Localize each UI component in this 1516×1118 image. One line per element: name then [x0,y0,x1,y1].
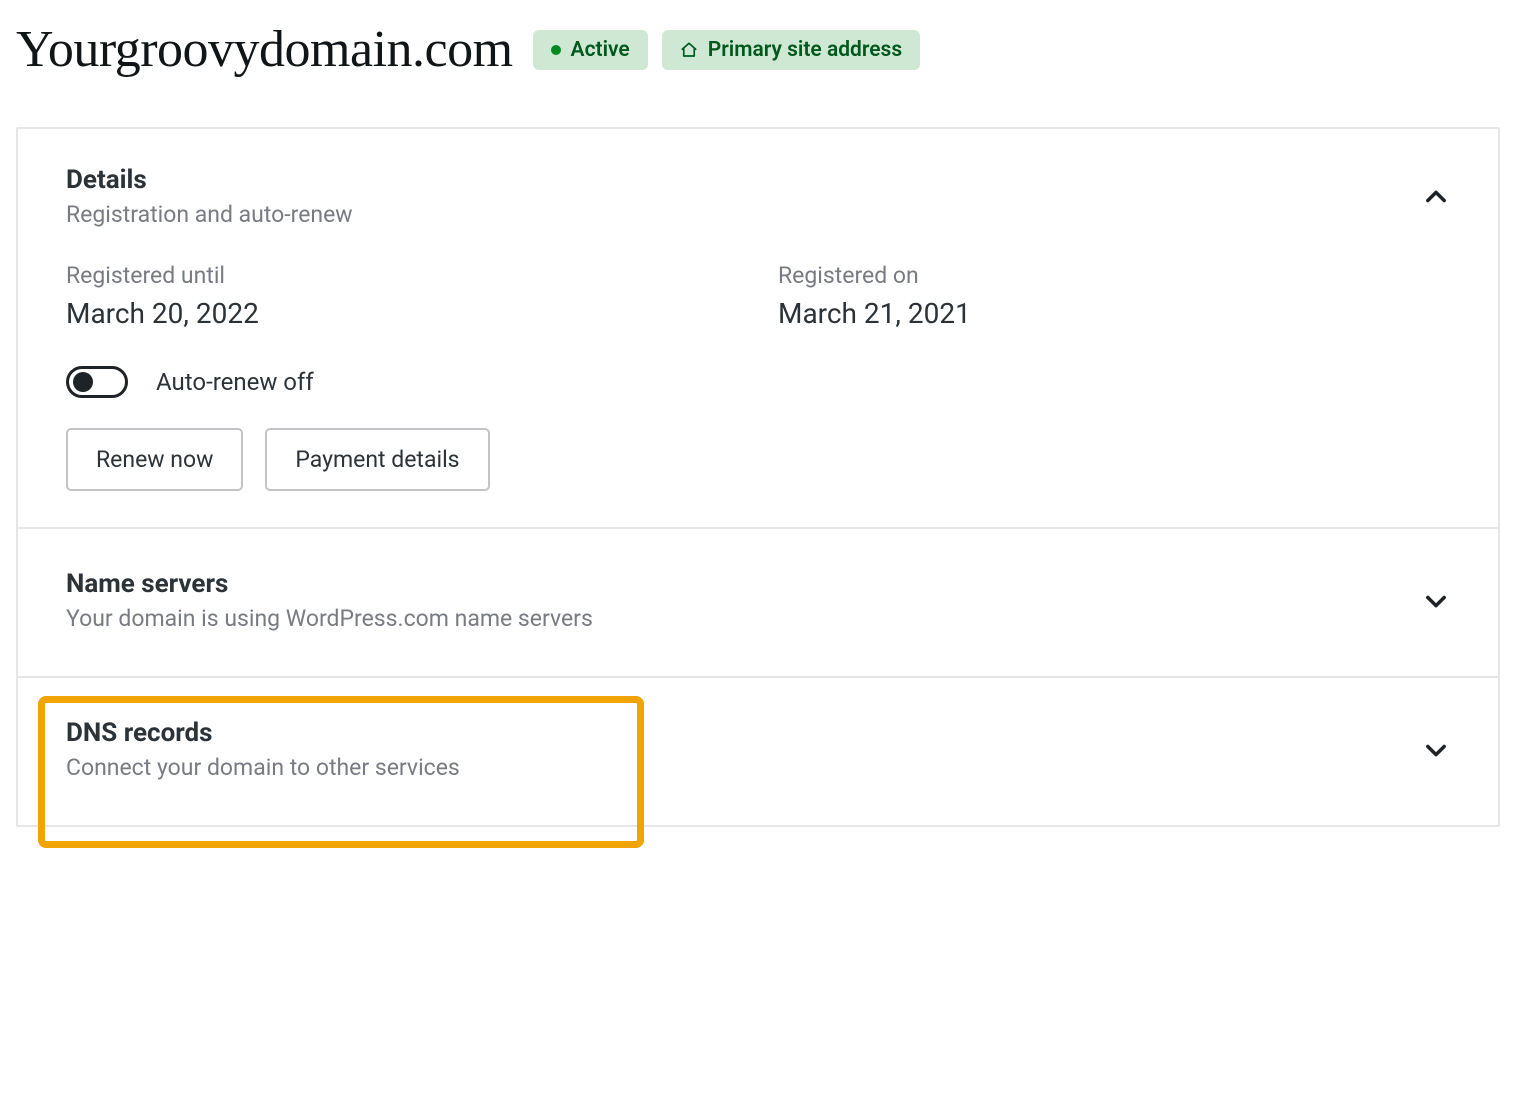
details-subtitle: Registration and auto-renew [66,201,353,228]
active-badge: Active [533,30,648,70]
chevron-up-icon [1422,183,1450,211]
dns-records-subtitle: Connect your domain to other services [66,754,460,781]
chevron-down-icon [1422,736,1450,764]
dns-records-title: DNS records [66,718,460,748]
details-header[interactable]: Details Registration and auto-renew [66,165,1450,228]
status-dot-icon [551,45,561,55]
registered-until-label: Registered until [66,262,738,289]
details-header-text: Details Registration and auto-renew [66,165,353,228]
chevron-down-icon [1422,587,1450,615]
primary-address-badge: Primary site address [662,30,920,70]
payment-details-button[interactable]: Payment details [265,428,489,491]
name-servers-header-text: Name servers Your domain is using WordPr… [66,569,593,632]
dns-records-section: DNS records Connect your domain to other… [18,678,1498,825]
dns-records-header-text: DNS records Connect your domain to other… [66,718,460,781]
name-servers-title: Name servers [66,569,593,599]
registered-until-value: March 20, 2022 [66,297,738,330]
details-section: Details Registration and auto-renew Regi… [18,129,1498,529]
auto-renew-label: Auto-renew off [156,368,314,396]
home-icon [680,41,698,59]
name-servers-subtitle: Your domain is using WordPress.com name … [66,605,593,632]
details-button-row: Renew now Payment details [66,428,1450,491]
auto-renew-toggle[interactable] [66,366,128,398]
primary-badge-label: Primary site address [708,38,902,62]
registered-on-label: Registered on [778,262,1450,289]
active-badge-label: Active [571,38,630,62]
details-title: Details [66,165,353,195]
registered-on-field: Registered on March 21, 2021 [778,262,1450,330]
renew-now-button[interactable]: Renew now [66,428,243,491]
badge-group: Active Primary site address [533,30,921,70]
registered-on-value: March 21, 2021 [778,297,1450,330]
dns-records-header[interactable]: DNS records Connect your domain to other… [66,718,1450,781]
toggle-knob [73,372,93,392]
domain-header: Yourgroovydomain.com Active Primary site… [16,20,1500,79]
registered-until-field: Registered until March 20, 2022 [66,262,738,330]
details-body: Registered until March 20, 2022 Register… [66,262,1450,491]
settings-panel: Details Registration and auto-renew Regi… [16,127,1500,827]
auto-renew-row: Auto-renew off [66,366,1450,398]
domain-title: Yourgroovydomain.com [16,20,513,79]
name-servers-section: Name servers Your domain is using WordPr… [18,529,1498,678]
details-grid: Registered until March 20, 2022 Register… [66,262,1450,330]
name-servers-header[interactable]: Name servers Your domain is using WordPr… [66,569,1450,632]
